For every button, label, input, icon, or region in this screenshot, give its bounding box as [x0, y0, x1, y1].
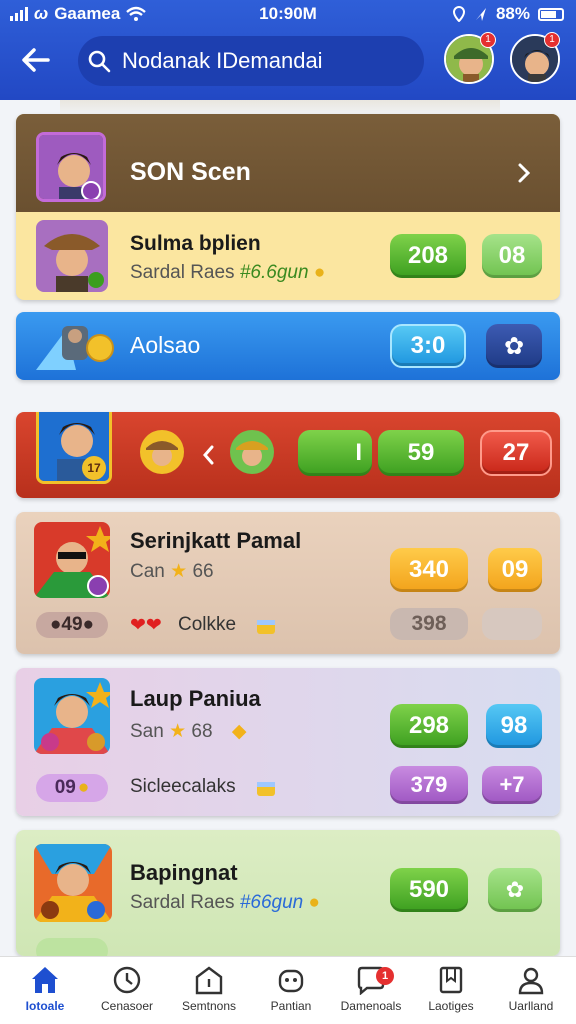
match-score-pill[interactable]: 3:0	[390, 324, 466, 368]
match-title: Aolsao	[130, 332, 201, 358]
profile-card[interactable]: SON Scen Sulma bplien Sardal Raes #6.6gu…	[16, 114, 560, 300]
heart-icons: ❤❤	[130, 615, 162, 636]
nav-item-pets[interactable]: Pantian	[250, 965, 332, 1013]
player-card[interactable]: Laup Paniua San ★ 68 ◆ 09 ● Sicleecalaks …	[16, 668, 560, 816]
nav-item-profile[interactable]: Uarlland	[490, 965, 572, 1013]
battery-percent: 88%	[495, 4, 530, 23]
player-card-avatar	[34, 844, 112, 922]
player-thumb-icon	[36, 326, 114, 370]
nav-item-home[interactable]: Iotoale	[4, 965, 86, 1013]
player-card-link[interactable]: Sicleecalaks	[130, 776, 236, 798]
book-icon	[439, 966, 463, 994]
player-card-stat[interactable]: 379	[390, 766, 468, 804]
player-card-empty-slot[interactable]	[482, 608, 542, 640]
player-card-subtitle: Sardal Raes #66gun ●	[130, 892, 321, 913]
profile-icon	[518, 967, 544, 995]
chevron-right-icon[interactable]	[514, 162, 534, 184]
store-icon	[195, 966, 223, 995]
app-header: ω Gaamea 10:90M 88% Nodanak IDemandai 1 …	[0, 0, 576, 100]
back-arrow-icon[interactable]	[18, 42, 54, 78]
nav-item-library[interactable]: Laotiges	[410, 965, 492, 1013]
profile-title: SON Scen	[130, 158, 251, 186]
player-subtitle: Sardal Raes #6.6gun ●	[130, 262, 325, 284]
search-bar[interactable]: Nodanak IDemandai	[78, 36, 424, 86]
player-card-name: Serinjkatt Pamal	[130, 528, 302, 553]
status-bar: ω Gaamea 10:90M 88%	[0, 0, 576, 26]
player-card-action[interactable]: 09	[488, 548, 542, 592]
coin-icon: ●	[313, 262, 326, 283]
battery-icon	[538, 7, 564, 21]
player-card-action[interactable]: 98	[486, 704, 542, 748]
profile-header[interactable]: SON Scen	[16, 114, 560, 212]
match-action-icon: ✿	[503, 332, 525, 360]
player-subtitle-text: Sardal Raes	[130, 262, 235, 283]
player-card-score[interactable]: 298	[390, 704, 468, 748]
star-icon: ★	[170, 561, 188, 582]
nav-badge: 1	[376, 967, 394, 985]
nav-item-history[interactable]: Cenasoer	[86, 965, 168, 1013]
versus-player-1[interactable]	[140, 430, 184, 474]
player-card-chip	[36, 938, 108, 956]
player-avatar	[36, 220, 108, 292]
player-card-chip: 09 ●	[36, 774, 108, 802]
friend-badge-2: 1	[544, 32, 560, 48]
navigation-icon	[475, 8, 486, 21]
versus-opponent-pill[interactable]: 27	[480, 430, 552, 476]
location-icon	[452, 6, 465, 22]
player-card-action-icon: ✿	[505, 877, 525, 902]
player-card-chip: ● 49 ●	[36, 612, 108, 638]
player-card-avatar	[34, 678, 110, 754]
stat-pill[interactable]: 208	[390, 234, 466, 278]
clock-icon	[113, 966, 141, 994]
versus-progress-bar: I	[298, 430, 372, 476]
stat-pill-secondary[interactable]: 08	[482, 234, 542, 278]
player-card-avatar	[34, 522, 110, 598]
player-card-score[interactable]: 590	[390, 868, 468, 912]
player-card-action[interactable]: ✿	[488, 868, 542, 912]
player-subtitle-extra: #6.6gun	[239, 262, 309, 283]
player-card-bonus[interactable]: +7	[482, 766, 542, 804]
coin-icon: ●	[308, 892, 321, 913]
gift-icon	[257, 782, 275, 796]
player-name: Sulma bplien	[130, 232, 261, 255]
player-card[interactable]: Bapingnat Sardal Raes #66gun ● 590 ✿	[16, 830, 560, 956]
match-action-pill[interactable]: ✿	[486, 324, 542, 368]
nav-item-store[interactable]: Semtnons	[168, 965, 250, 1013]
search-icon	[88, 50, 111, 73]
clock: 10:90M	[259, 4, 317, 23]
bottom-nav: Iotoale Cenasoer Semtnons Pantian 1 Dame…	[0, 956, 576, 1024]
player-card-name: Bapingnat	[130, 860, 238, 885]
profile-avatar	[36, 132, 106, 202]
friend-badge-1: 1	[480, 32, 496, 48]
player-card-score[interactable]: 340	[390, 548, 468, 592]
versus-card[interactable]: 17 I 59 27	[16, 412, 560, 498]
chevron-left-icon[interactable]	[202, 444, 216, 466]
shield-icon: ◆	[231, 721, 247, 742]
match-card[interactable]: Aolsao 3:0 ✿	[16, 312, 560, 380]
player-card[interactable]: Serinjkatt Pamal Can ★ 66 ● 49 ● ❤❤ Colkke…	[16, 512, 560, 654]
nav-item-messages[interactable]: 1 Damenoals	[330, 965, 412, 1013]
player-card-link[interactable]: Colkke	[178, 614, 236, 636]
home-icon	[32, 967, 58, 993]
search-text[interactable]: Nodanak IDemandai	[122, 48, 323, 74]
player-card-subtitle: Can ★ 66	[130, 561, 214, 582]
versus-level-badge: 17	[82, 456, 106, 480]
player-card-name: Laup Paniua	[130, 686, 261, 711]
player-card-stat[interactable]: 398	[390, 608, 468, 640]
versus-score-pill[interactable]: 59	[378, 430, 464, 476]
versus-player-2[interactable]	[230, 430, 274, 474]
star-icon: ★	[169, 721, 187, 742]
gift-icon	[257, 620, 275, 634]
paw-icon	[278, 969, 304, 993]
versus-progress-value: I	[355, 439, 362, 466]
player-card-subtitle: San ★ 68 ◆	[130, 721, 247, 742]
